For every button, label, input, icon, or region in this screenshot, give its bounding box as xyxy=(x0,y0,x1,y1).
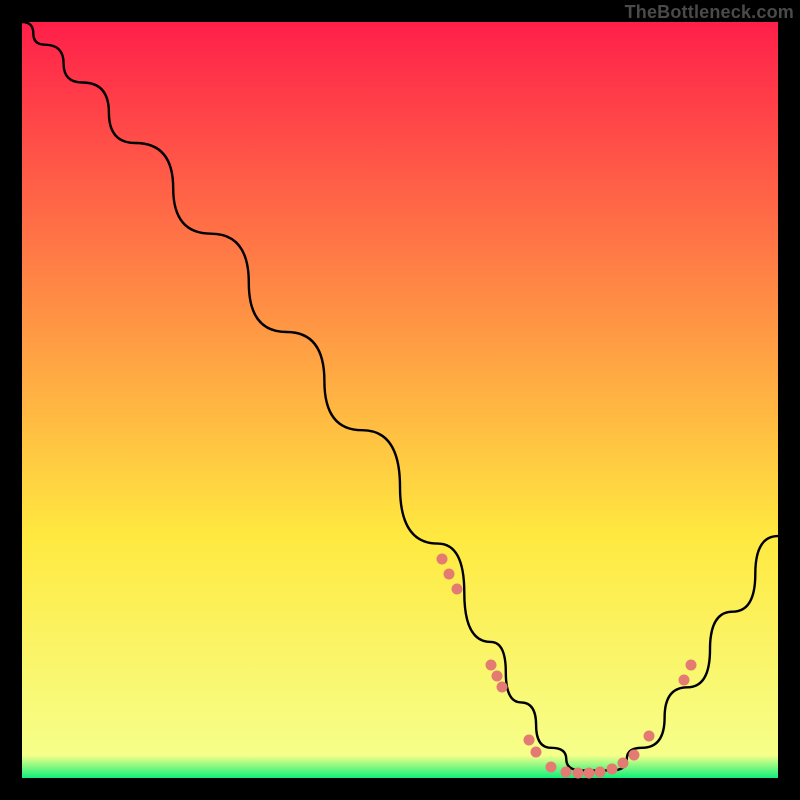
watermark-text: TheBottleneck.com xyxy=(625,2,794,23)
chart-frame: TheBottleneck.com xyxy=(0,0,800,800)
data-marker xyxy=(629,750,640,761)
data-marker xyxy=(644,731,655,742)
data-marker xyxy=(678,674,689,685)
data-marker xyxy=(572,768,583,779)
data-marker xyxy=(618,757,629,768)
data-marker xyxy=(485,659,496,670)
data-marker xyxy=(523,735,534,746)
data-marker xyxy=(531,746,542,757)
data-marker xyxy=(686,659,697,670)
data-markers xyxy=(22,22,778,778)
plot-area xyxy=(22,22,778,778)
data-marker xyxy=(436,553,447,564)
data-marker xyxy=(606,763,617,774)
data-marker xyxy=(497,682,508,693)
data-marker xyxy=(584,768,595,779)
data-marker xyxy=(595,766,606,777)
data-marker xyxy=(451,584,462,595)
data-marker xyxy=(561,766,572,777)
data-marker xyxy=(444,568,455,579)
data-marker xyxy=(491,670,502,681)
data-marker xyxy=(546,761,557,772)
